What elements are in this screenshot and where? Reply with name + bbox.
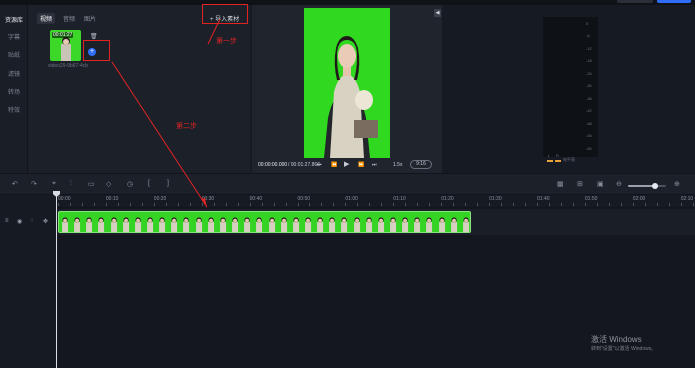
annotation-arrow-step2 bbox=[111, 61, 208, 208]
annotation-arrowhead-step2 bbox=[201, 198, 207, 208]
annotation-arrows bbox=[111, 18, 221, 208]
annotation-arrow-step1 bbox=[207, 18, 221, 45]
